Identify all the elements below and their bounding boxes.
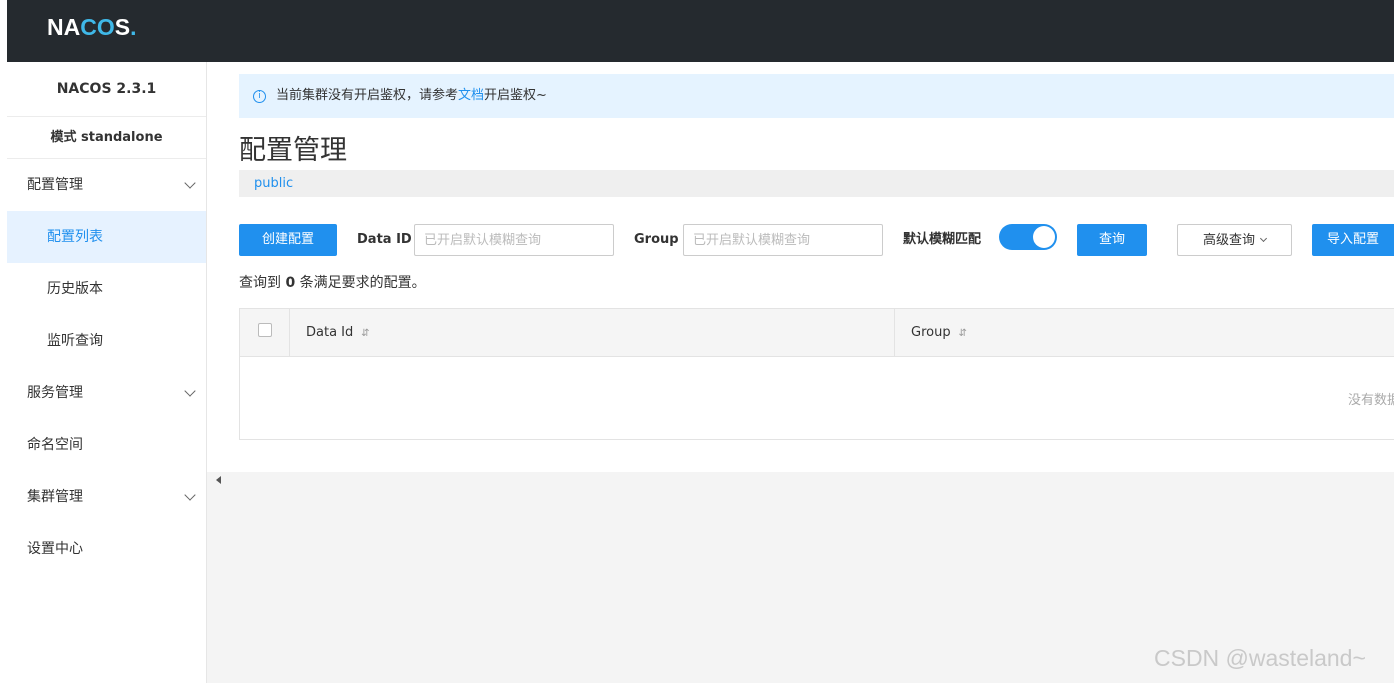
info-icon: i — [253, 90, 266, 103]
watermark: CSDN @wasteland~ — [1154, 645, 1366, 671]
column-data-id[interactable]: Data Id ⇵ — [306, 309, 370, 357]
logo-text-left: NA — [47, 14, 81, 40]
empty-state-text: 没有数据 — [1348, 393, 1394, 408]
page-title: 配置管理 — [239, 135, 347, 166]
config-panel: i 当前集群没有开启鉴权，请参考文档开启鉴权~ 配置管理 public 创建配置… — [207, 62, 1394, 472]
column-divider — [894, 309, 895, 357]
query-button[interactable]: 查询 — [1077, 224, 1147, 256]
fuzzy-match-label: 默认模糊匹配 — [903, 232, 982, 247]
table-header: Data Id ⇵ Group ⇵ — [240, 309, 1394, 357]
logo-text-mid: CO — [80, 14, 115, 40]
top-bar: NACOS. — [7, 0, 1394, 62]
chevron-down-icon — [1259, 234, 1268, 243]
sidebar-item-history[interactable]: 历史版本 — [7, 263, 206, 315]
result-count-line: 查询到 0 条满足要求的配置。 — [239, 272, 426, 292]
main-content: i 当前集群没有开启鉴权，请参考文档开启鉴权~ 配置管理 public 创建配置… — [207, 62, 1394, 683]
group-label: Group — [634, 232, 679, 247]
sidebar-item-settings[interactable]: 设置中心 — [7, 523, 206, 575]
version-label: NACOS 2.3.1 — [7, 62, 206, 117]
alert-doc-link[interactable]: 文档 — [458, 88, 484, 103]
mode-label: 模式 standalone — [7, 117, 206, 159]
sidebar-item-listener-query[interactable]: 监听查询 — [7, 315, 206, 367]
config-table: Data Id ⇵ Group ⇵ 没有数据 — [239, 308, 1394, 440]
logo-text-right: S — [114, 14, 131, 40]
sidebar-item-service-management[interactable]: 服务管理 — [7, 367, 206, 419]
toggle-knob — [1033, 226, 1055, 248]
sort-icon[interactable]: ⇵ — [361, 328, 369, 339]
data-id-label: Data ID — [357, 232, 412, 247]
alert-prefix: 当前集群没有开启鉴权，请参考 — [276, 88, 459, 103]
namespace-bar: public — [239, 170, 1394, 197]
advanced-query-button[interactable]: 高级查询 — [1177, 224, 1292, 256]
chevron-down-icon — [184, 177, 196, 189]
nacos-logo[interactable]: NACOS. — [47, 14, 136, 41]
sidebar-item-label: 集群管理 — [27, 489, 83, 505]
namespace-public[interactable]: public — [254, 176, 293, 191]
sidebar-item-label: 命名空间 — [27, 437, 83, 453]
logo-dot: . — [130, 14, 137, 40]
sidebar-item-label: 历史版本 — [47, 281, 103, 297]
sidebar-item-config-list[interactable]: 配置列表 — [7, 211, 206, 263]
sidebar-item-label: 配置列表 — [47, 229, 103, 245]
select-all-cell — [240, 309, 290, 357]
result-suffix: 条满足要求的配置。 — [299, 275, 426, 291]
sidebar-item-label: 服务管理 — [27, 385, 83, 401]
sidebar-item-label: 监听查询 — [47, 333, 103, 349]
fuzzy-match-toggle[interactable] — [999, 224, 1057, 250]
select-all-checkbox[interactable] — [258, 323, 272, 337]
data-id-input[interactable] — [414, 224, 614, 256]
result-prefix: 查询到 — [239, 275, 281, 291]
import-config-button[interactable]: 导入配置 — [1312, 224, 1394, 256]
sidebar: NACOS 2.3.1 模式 standalone 配置管理 配置列表 历史版本… — [7, 62, 207, 683]
column-label: Data Id — [306, 325, 354, 340]
alert-suffix: 开启鉴权~ — [484, 88, 547, 103]
advanced-query-label: 高级查询 — [1202, 233, 1255, 248]
create-config-button[interactable]: 创建配置 — [239, 224, 337, 256]
group-input[interactable] — [683, 224, 883, 256]
sidebar-item-label: 配置管理 — [27, 177, 83, 193]
sidebar-item-namespace[interactable]: 命名空间 — [7, 419, 206, 471]
result-count: 0 — [285, 275, 296, 291]
chevron-down-icon — [184, 489, 196, 501]
sort-icon[interactable]: ⇵ — [959, 328, 967, 339]
column-label: Group — [911, 325, 951, 340]
sidebar-item-label: 设置中心 — [27, 541, 83, 557]
column-group[interactable]: Group ⇵ — [911, 309, 967, 357]
chevron-down-icon — [184, 385, 196, 397]
auth-alert: i 当前集群没有开启鉴权，请参考文档开启鉴权~ — [239, 74, 1394, 118]
left-edge — [0, 0, 7, 683]
sidebar-item-config-management[interactable]: 配置管理 — [7, 159, 206, 211]
sidebar-item-cluster-management[interactable]: 集群管理 — [7, 471, 206, 523]
scroll-left-arrow-icon[interactable] — [216, 476, 221, 484]
